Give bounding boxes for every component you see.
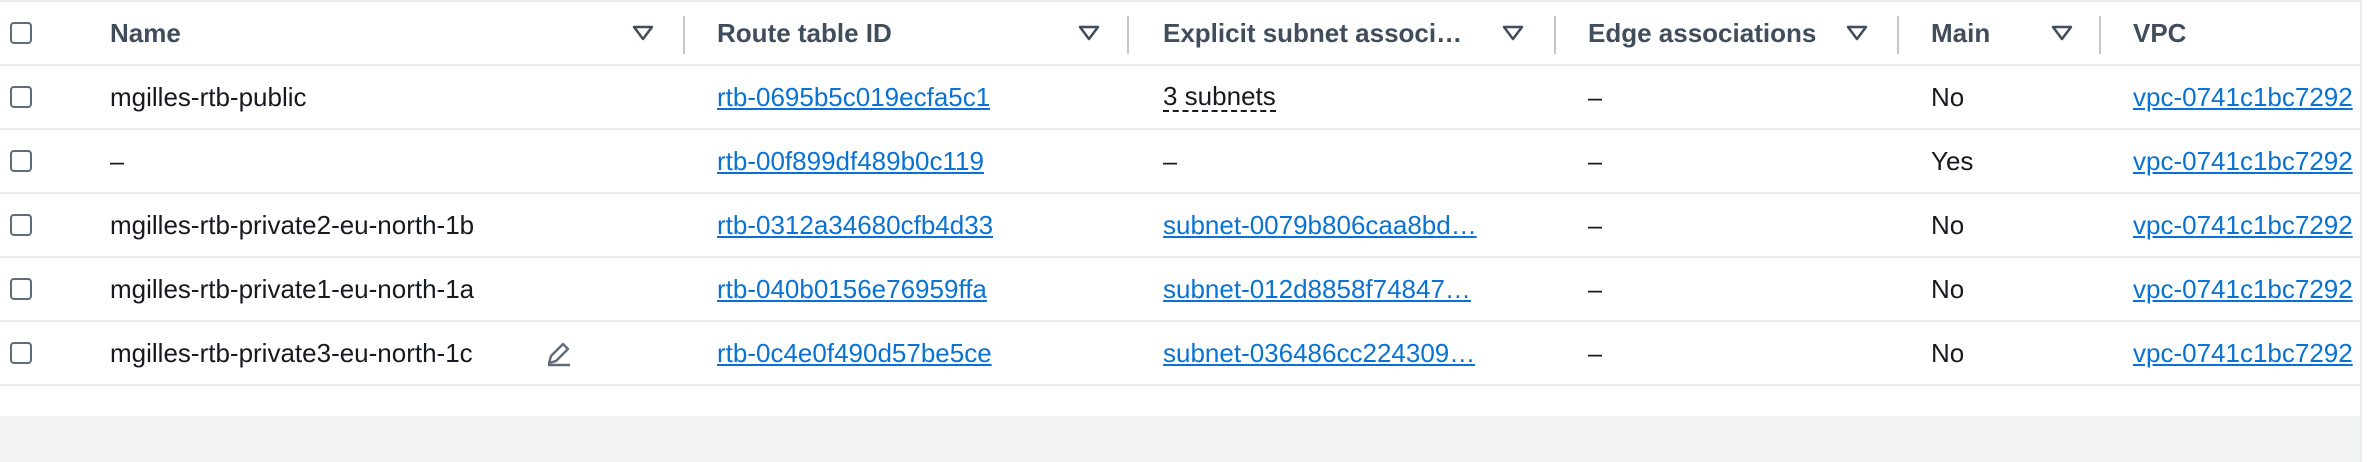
row-checkbox-cell[interactable]	[10, 258, 32, 320]
column-header-vpc-label: VPC	[2133, 17, 2187, 48]
cell-main: No	[1931, 337, 1965, 368]
route-tables-table: Name Route table ID Explicit subnet asso…	[0, 0, 2360, 416]
cell-edge-associations: –	[1588, 209, 1603, 240]
cell-edge-associations: –	[1588, 81, 1603, 112]
route-table-id-link[interactable]: rtb-0695b5c019ecfa5c1	[717, 82, 990, 113]
cell-name: –	[110, 145, 125, 176]
explicit-subnet-link[interactable]: subnet-036486cc224309…	[1163, 338, 1475, 369]
route-table-id-link[interactable]: rtb-040b0156e76959ffa	[717, 274, 987, 305]
column-header-edge-associations-label: Edge associations	[1588, 17, 1817, 48]
row-checkbox[interactable]	[10, 278, 32, 300]
column-header-main[interactable]: Main	[1931, 2, 1990, 64]
cell-name: mgilles-rtb-private2-eu-north-1b	[110, 209, 475, 240]
column-header-explicit-subnet[interactable]: Explicit subnet associ…	[1163, 2, 1483, 64]
row-checkbox-cell[interactable]	[10, 194, 32, 256]
explicit-subnet-popover-trigger[interactable]: 3 subnets	[1163, 82, 1276, 112]
sort-main-icon[interactable]	[2051, 2, 2073, 64]
column-resizer[interactable]	[683, 16, 685, 54]
row-checkbox-cell[interactable]	[10, 66, 32, 128]
row-checkbox[interactable]	[10, 150, 32, 172]
column-resizer[interactable]	[2099, 16, 2101, 54]
cell-main: No	[1931, 209, 1965, 240]
vpc-link[interactable]: vpc-0741c1bc7292	[2133, 338, 2353, 369]
sort-explicit-subnet-icon[interactable]	[1502, 2, 1524, 64]
table-row[interactable]: mgilles-rtb-private3-eu-north-1c rtb-0c4…	[0, 322, 2360, 386]
select-all-checkbox-cell[interactable]	[10, 2, 32, 64]
row-checkbox[interactable]	[10, 342, 32, 364]
column-header-route-table-id[interactable]: Route table ID	[717, 2, 892, 64]
row-checkbox-cell[interactable]	[10, 322, 32, 384]
table-row[interactable]: – rtb-00f899df489b0c119 – – Yes vpc-0741…	[0, 130, 2360, 194]
column-header-route-table-id-label: Route table ID	[717, 17, 892, 48]
sort-route-table-id-icon[interactable]	[1078, 2, 1100, 64]
cell-edge-associations: –	[1588, 273, 1603, 304]
column-header-main-label: Main	[1931, 17, 1991, 48]
cell-edge-associations: –	[1588, 337, 1603, 368]
vpc-link[interactable]: vpc-0741c1bc7292	[2133, 274, 2353, 305]
vertical-scrollbar-track[interactable]	[2360, 0, 2378, 462]
row-checkbox[interactable]	[10, 86, 32, 108]
row-checkbox-cell[interactable]	[10, 130, 32, 192]
column-header-name[interactable]: Name	[110, 2, 181, 64]
route-table-id-link[interactable]: rtb-0312a34680cfb4d33	[717, 210, 993, 241]
vpc-link[interactable]: vpc-0741c1bc7292	[2133, 210, 2353, 241]
table-header-row: Name Route table ID Explicit subnet asso…	[0, 0, 2360, 66]
table-row[interactable]: mgilles-rtb-private2-eu-north-1b rtb-031…	[0, 194, 2360, 258]
column-resizer[interactable]	[1897, 16, 1899, 54]
explicit-subnet-link[interactable]: subnet-0079b806caa8bd…	[1163, 210, 1477, 241]
vpc-link[interactable]: vpc-0741c1bc7292	[2133, 146, 2353, 177]
column-resizer[interactable]	[1554, 16, 1556, 54]
select-all-checkbox[interactable]	[10, 22, 32, 44]
cell-name: mgilles-rtb-private1-eu-north-1a	[110, 273, 475, 304]
sort-edge-associations-icon[interactable]	[1846, 2, 1868, 64]
explicit-subnet-link[interactable]: subnet-012d8858f74847…	[1163, 274, 1471, 305]
column-header-vpc[interactable]: VPC	[2133, 2, 2186, 64]
cell-explicit-subnet: –	[1163, 145, 1178, 176]
column-header-name-label: Name	[110, 17, 181, 48]
column-resizer[interactable]	[1127, 16, 1129, 54]
cell-edge-associations: –	[1588, 145, 1603, 176]
row-checkbox[interactable]	[10, 214, 32, 236]
table-row[interactable]: mgilles-rtb-public rtb-0695b5c019ecfa5c1…	[0, 66, 2360, 130]
route-table-id-link[interactable]: rtb-00f899df489b0c119	[717, 146, 984, 177]
cell-main: No	[1931, 81, 1965, 112]
sort-name-icon[interactable]	[632, 2, 654, 64]
column-header-explicit-subnet-label: Explicit subnet associ…	[1163, 17, 1463, 48]
cell-main: Yes	[1931, 145, 1974, 176]
cell-name: mgilles-rtb-private3-eu-north-1c	[110, 337, 473, 368]
table-footer-area	[0, 416, 2360, 462]
edit-name-pencil-icon[interactable]	[544, 322, 574, 384]
cell-main: No	[1931, 273, 1965, 304]
column-header-edge-associations[interactable]: Edge associations	[1588, 2, 1816, 64]
route-table-id-link[interactable]: rtb-0c4e0f490d57be5ce	[717, 338, 992, 369]
cell-name: mgilles-rtb-public	[110, 81, 307, 112]
table-row[interactable]: mgilles-rtb-private1-eu-north-1a rtb-040…	[0, 258, 2360, 322]
vpc-link[interactable]: vpc-0741c1bc7292	[2133, 82, 2353, 113]
